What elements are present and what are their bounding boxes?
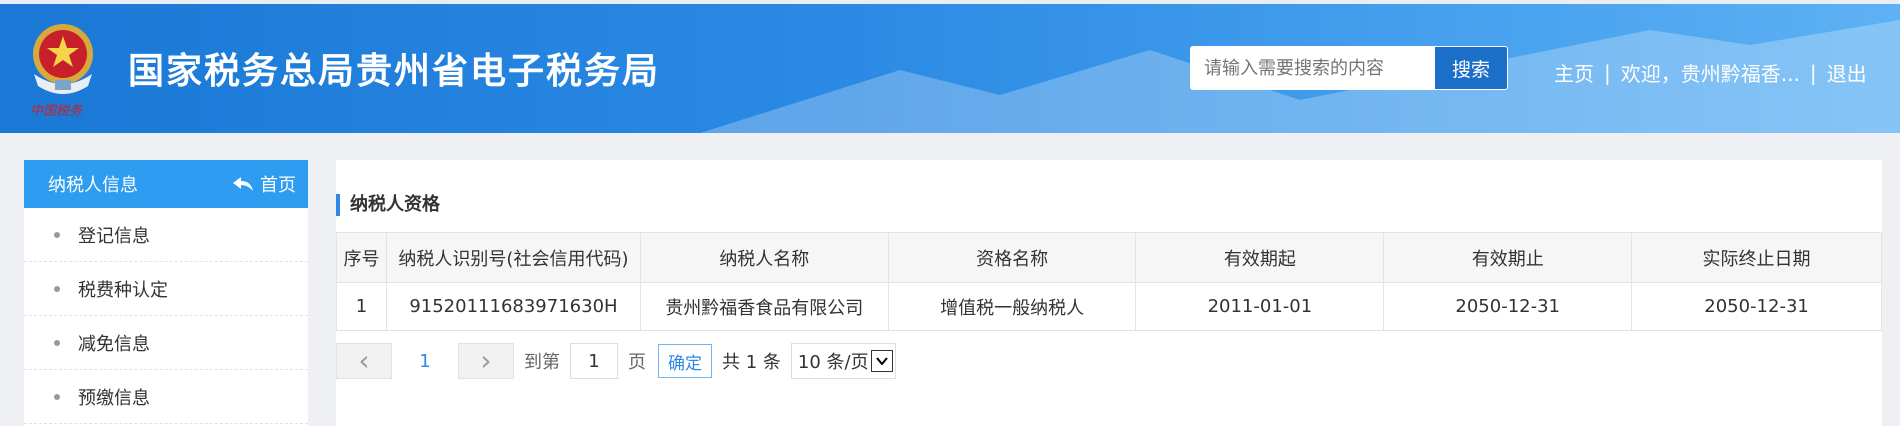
sidebar-item-label: 预缴信息 (78, 387, 150, 409)
main-content: 纳税人资格 序号 纳税人识别号(社会信用代码) 纳税人名称 资格名称 有效期起 … (336, 160, 1882, 426)
sidebar-item-label: 登记信息 (78, 225, 150, 247)
nav-separator: | (1809, 60, 1817, 85)
page-number-current[interactable]: 1 (392, 351, 458, 372)
logout-link[interactable]: 退出 (1827, 58, 1867, 87)
sidebar-home-link[interactable]: 首页 (232, 171, 296, 197)
page-size-select[interactable]: 10 条/页 (790, 343, 896, 379)
site-title: 国家税务总局贵州省电子税务局 (128, 51, 661, 92)
column-header: 实际终止日期 (1631, 232, 1882, 283)
sidebar-item-label: 减免信息 (78, 333, 150, 355)
user-welcome-link[interactable]: 欢迎，贵州黔福香... (1621, 58, 1800, 87)
sidebar-header: 纳税人信息 首页 (24, 160, 308, 208)
sidebar-home-label: 首页 (260, 175, 296, 196)
home-link[interactable]: 主页 (1554, 58, 1594, 87)
column-header: 有效期止 (1383, 232, 1633, 283)
sidebar-title: 纳税人信息 (48, 175, 138, 196)
bullet-icon (54, 339, 60, 346)
goto-page-input[interactable] (570, 343, 618, 379)
confirm-goto-button[interactable]: 确定 (658, 344, 712, 378)
column-header: 资格名称 (887, 232, 1137, 283)
table-row: 1 91520111683971630H 贵州黔福香食品有限公司 增值税一般纳税… (336, 282, 1882, 331)
page-unit-label: 页 (628, 352, 646, 373)
sidebar-item-exemption[interactable]: 减免信息 (24, 316, 308, 370)
bullet-icon (54, 393, 60, 400)
table-cell: 2050-12-31 (1631, 282, 1882, 331)
bullet-icon (54, 285, 60, 292)
sidebar-item-registration[interactable]: 登记信息 (24, 208, 308, 262)
nav-separator: | (1604, 60, 1611, 85)
logo-caption: 中国税务 (30, 104, 83, 119)
search-input[interactable] (1190, 46, 1434, 90)
column-header: 纳税人识别号(社会信用代码) (385, 232, 641, 283)
table-cell: 91520111683971630H (385, 282, 641, 331)
top-nav: 主页 | 欢迎，贵州黔福香... | 退出 (1554, 58, 1867, 87)
table-cell: 增值税一般纳税人 (887, 282, 1137, 331)
table-cell: 2050-12-31 (1383, 282, 1633, 331)
sidebar-item-tax-type[interactable]: 税费种认定 (24, 262, 308, 316)
sidebar-item-prepayment[interactable]: 预缴信息 (24, 370, 308, 424)
section-title: 纳税人资格 (336, 194, 440, 216)
next-page-button[interactable]: › (458, 343, 514, 379)
table-cell: 1 (336, 282, 387, 331)
table-cell: 2011-01-01 (1135, 282, 1385, 331)
chevron-down-icon (870, 350, 893, 372)
goto-label: 到第 (524, 352, 560, 373)
table-cell: 贵州黔福香食品有限公司 (639, 282, 889, 331)
qualification-table: 序号 纳税人识别号(社会信用代码) 纳税人名称 资格名称 有效期起 有效期止 实… (336, 232, 1882, 331)
sidebar-item-label: 税费种认定 (78, 279, 168, 301)
page-size-value: 10 条/页 (797, 352, 869, 373)
pagination: ‹ 1 › 到第 页 确定 共 1 条 10 条/页 (336, 342, 896, 380)
prev-page-button[interactable]: ‹ (336, 343, 392, 379)
bullet-icon (54, 231, 60, 238)
chevron-right-icon: › (480, 344, 492, 377)
column-header: 有效期起 (1135, 232, 1385, 283)
search-button[interactable]: 搜索 (1434, 46, 1508, 90)
column-header: 序号 (336, 232, 387, 283)
column-header: 纳税人名称 (639, 232, 889, 283)
table-header-row: 序号 纳税人识别号(社会信用代码) 纳税人名称 资格名称 有效期起 有效期止 实… (336, 232, 1882, 283)
top-header: 中国税务 国家税务总局贵州省电子税务局 搜索 主页 | 欢迎，贵州黔福香... … (0, 0, 1900, 133)
total-count: 共 1 条 (722, 352, 781, 373)
chevron-left-icon: ‹ (358, 344, 370, 377)
back-arrow-icon (233, 177, 253, 191)
sidebar: 纳税人信息 首页 登记信息 税费种认定 减免信息 预缴信息 (24, 160, 308, 426)
